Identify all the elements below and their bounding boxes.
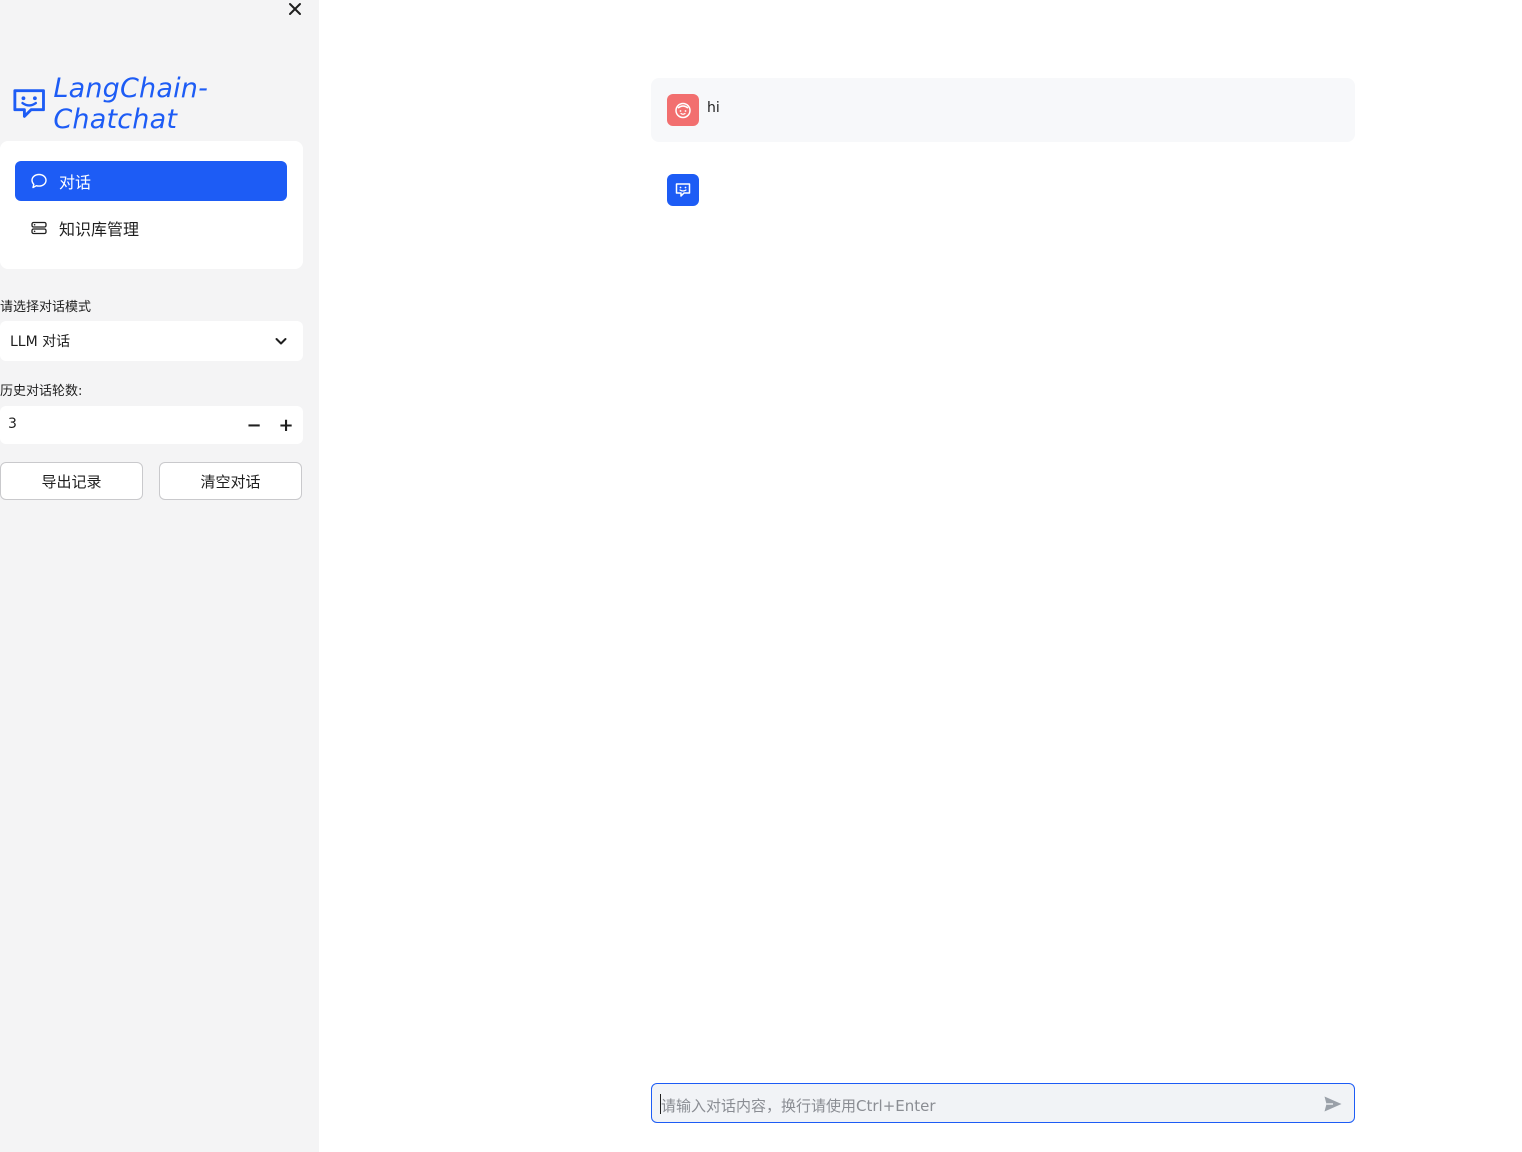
mode-select-value: LLM 对话: [10, 334, 71, 350]
nav-item-chat[interactable]: 对话: [15, 161, 287, 201]
chat-input-placeholder: 请输入对话内容，换行请使用Ctrl+Enter: [661, 1097, 936, 1115]
sidebar: LangChain-Chatchat 对话 知识库管理 请选择对话模式 LLM …: [0, 0, 319, 1152]
chevron-down-icon: [275, 338, 287, 345]
clear-chat-button[interactable]: 清空对话: [159, 462, 302, 500]
user-message-text: hi: [707, 100, 720, 116]
history-rounds-stepper: 3 − +: [0, 406, 303, 444]
decrement-button[interactable]: −: [244, 415, 264, 436]
nav-item-chat-label: 对话: [59, 173, 92, 192]
increment-button[interactable]: +: [276, 415, 296, 436]
face-icon: [675, 102, 691, 119]
nav-item-knowledge-base[interactable]: 知识库管理: [15, 208, 287, 248]
close-icon: [289, 3, 301, 15]
database-icon: [30, 219, 48, 237]
nav-item-knowledge-base-label: 知识库管理: [59, 220, 140, 239]
logo-text: LangChain-Chatchat: [53, 73, 209, 135]
mode-select[interactable]: LLM 对话: [0, 321, 303, 361]
mode-label: 请选择对话模式: [0, 300, 92, 315]
speech-bubble-icon: [30, 172, 48, 190]
app-logo: LangChain-Chatchat: [12, 73, 319, 135]
history-label: 历史对话轮数:: [0, 384, 83, 399]
chat-bubble-face-icon: [675, 183, 691, 197]
chat-input[interactable]: 请输入对话内容，换行请使用Ctrl+Enter: [651, 1083, 1355, 1123]
history-rounds-input[interactable]: 3: [8, 416, 17, 432]
export-history-button[interactable]: 导出记录: [0, 462, 143, 500]
user-message: hi: [651, 78, 1355, 142]
nav-menu: 对话 知识库管理: [0, 141, 303, 269]
send-icon: [1324, 1096, 1342, 1112]
close-sidebar-button[interactable]: [284, 0, 306, 18]
assistant-avatar: [667, 174, 699, 206]
chat-bubble-face-icon: [13, 89, 45, 118]
user-avatar: [667, 94, 699, 126]
send-button[interactable]: [1322, 1093, 1344, 1115]
